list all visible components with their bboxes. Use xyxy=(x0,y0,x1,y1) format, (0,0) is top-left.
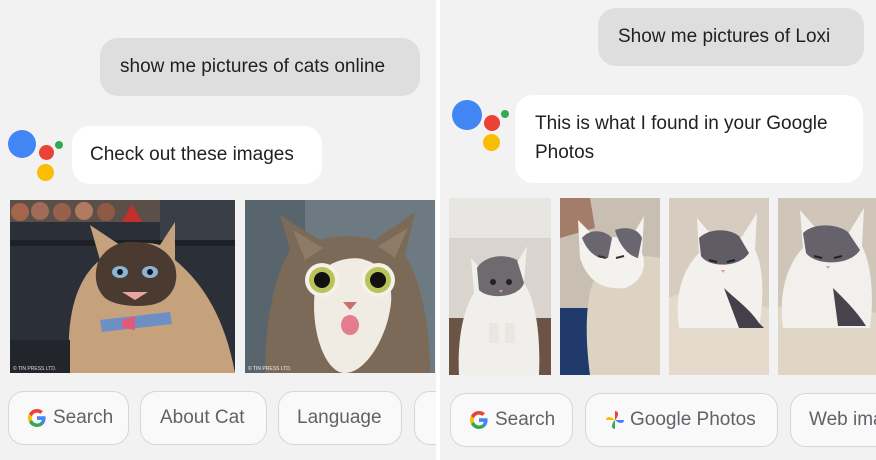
loxi-photo-3[interactable] xyxy=(669,198,769,375)
image-caption-1: © TIN PRESS LTD. xyxy=(13,365,56,372)
user-query-bubble: show me pictures of cats online xyxy=(100,38,420,96)
loxi-photo-4[interactable] xyxy=(778,198,876,375)
google-photos-chip-label: Google Photos xyxy=(630,409,756,430)
right-conversation-panel: Show me pictures of Loxi This is what I … xyxy=(440,0,876,460)
loxi-cuddle-photo xyxy=(560,198,660,375)
google-g-icon xyxy=(27,408,47,428)
assistant-reply-line-1: This is what I found in your Google xyxy=(535,113,828,134)
google-photos-pinwheel-icon xyxy=(604,409,626,431)
search-chip-label: Search xyxy=(53,407,114,428)
search-chip-label: Search xyxy=(495,409,556,430)
loxi-resting-photo xyxy=(778,198,876,375)
assistant-reply-text: Check out these images xyxy=(90,144,294,165)
about-cat-chip[interactable]: About Cat xyxy=(140,391,267,445)
cat-image-1[interactable]: © TIN PRESS LTD. xyxy=(10,200,235,373)
search-chip[interactable]: Search xyxy=(450,393,573,447)
user-query-text: Show me pictures of Loxi xyxy=(618,26,831,47)
loxi-photo-1[interactable] xyxy=(449,198,551,375)
language-chip-label: Language xyxy=(297,407,382,428)
google-assistant-icon xyxy=(6,128,63,184)
language-chip[interactable]: Language xyxy=(278,391,402,445)
user-query-bubble: Show me pictures of Loxi xyxy=(598,8,864,66)
image-caption-2: © TIN PRESS LTD. xyxy=(248,365,291,372)
web-images-chip-label: Web ima xyxy=(809,409,876,430)
assistant-reply-bubble: Check out these images xyxy=(72,126,322,184)
web-images-chip-partial[interactable]: Web ima xyxy=(790,393,876,447)
about-cat-chip-label: About Cat xyxy=(160,407,245,428)
search-chip[interactable]: Search xyxy=(8,391,129,445)
google-photos-chip[interactable]: Google Photos xyxy=(585,393,778,447)
left-conversation-panel: show me pictures of cats online Check ou… xyxy=(0,0,436,460)
google-assistant-icon xyxy=(450,98,509,154)
google-g-icon xyxy=(469,410,489,430)
surprised-cat-photo: © TIN PRESS LTD. xyxy=(245,200,435,373)
user-query-text: show me pictures of cats online xyxy=(120,56,386,77)
grumpy-cat-photo: © TIN PRESS LTD. xyxy=(10,200,235,373)
loxi-sleepy-photo xyxy=(669,198,769,375)
cat-image-2[interactable]: © TIN PRESS LTD. xyxy=(245,200,435,373)
loxi-photo-2[interactable] xyxy=(560,198,660,375)
loxi-sitting-photo xyxy=(449,198,551,375)
assistant-reply-bubble: This is what I found in your Google Phot… xyxy=(515,95,863,183)
more-chip-partial[interactable] xyxy=(414,391,436,445)
assistant-reply-line-2: Photos xyxy=(535,142,595,163)
